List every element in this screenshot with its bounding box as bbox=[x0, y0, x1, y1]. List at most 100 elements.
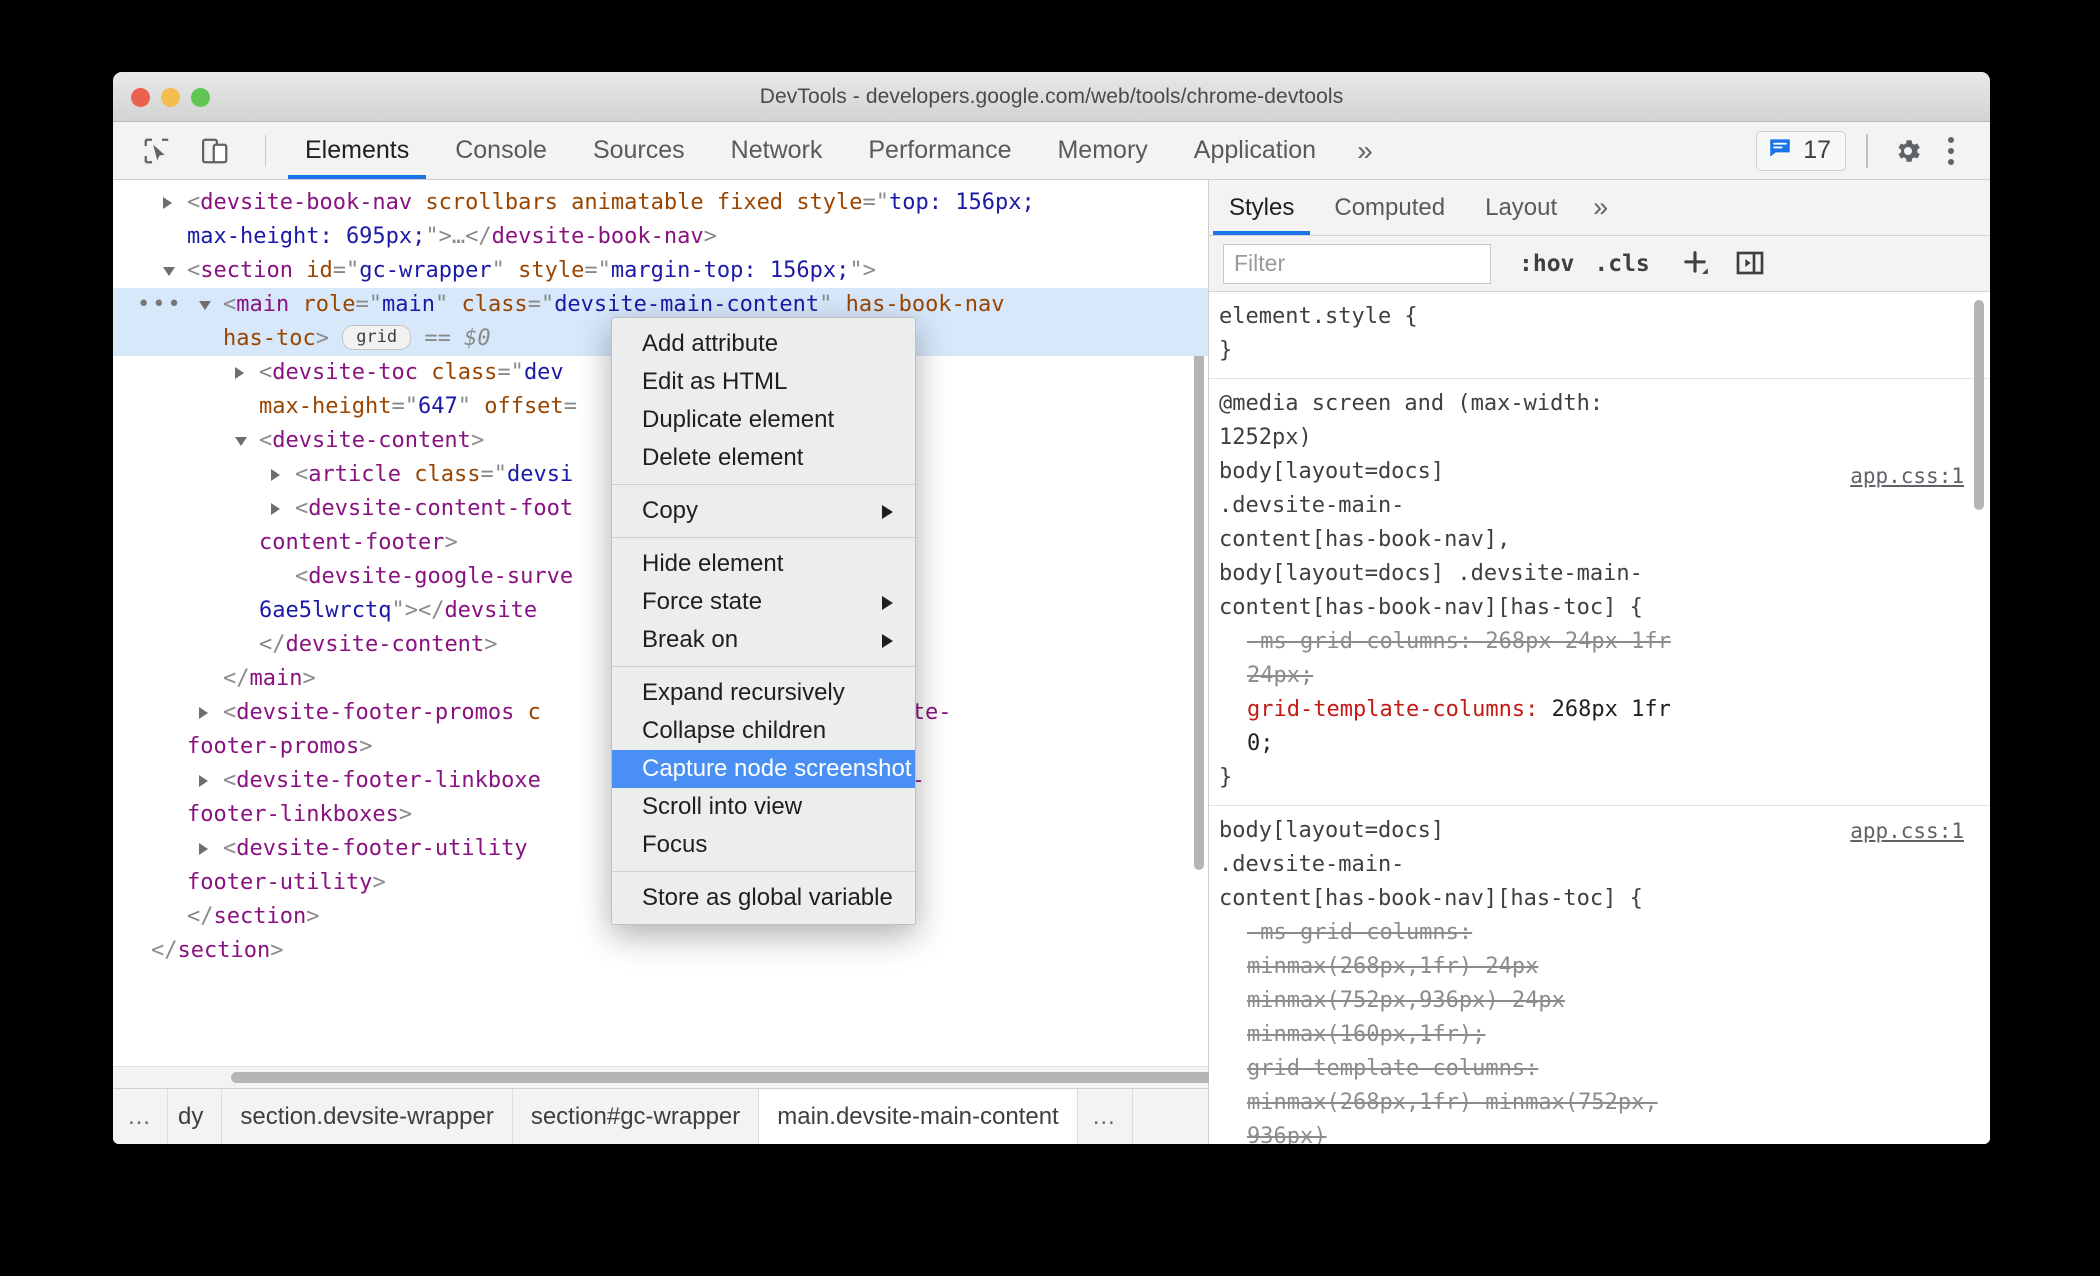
css-property-name[interactable]: grid-template-columns: bbox=[1247, 1056, 1538, 1081]
tab-console[interactable]: Console bbox=[432, 122, 570, 179]
dom-tree-row[interactable]: <devsite-book-nav scrollbars animatable … bbox=[113, 186, 1208, 220]
breadcrumb-item[interactable]: main.devsite-main-content bbox=[759, 1089, 1078, 1144]
context-menu-item[interactable]: Expand recursively bbox=[612, 674, 915, 712]
minimize-window-button[interactable] bbox=[161, 87, 180, 107]
window-traffic-lights[interactable] bbox=[131, 72, 210, 122]
dock-to-left-icon[interactable] bbox=[1734, 247, 1768, 281]
breadcrumb-overflow-right[interactable]: … bbox=[1078, 1089, 1133, 1144]
inspect-cursor-icon[interactable] bbox=[137, 131, 177, 171]
dom-token-plain bbox=[783, 190, 796, 215]
styles-vertical-scrollbar[interactable] bbox=[1974, 300, 1984, 510]
dom-token-tag: devsite-book-nav bbox=[491, 224, 704, 249]
css-property-name[interactable]: -ms-grid-columns: bbox=[1247, 920, 1472, 945]
css-property-name[interactable]: grid-template-columns: bbox=[1247, 697, 1552, 722]
tab-network[interactable]: Network bbox=[708, 122, 846, 179]
expand-triangle-closed-icon[interactable] bbox=[271, 503, 280, 515]
styles-filter-input[interactable]: Filter bbox=[1223, 243, 1491, 284]
tab-computed[interactable]: Computed bbox=[1314, 180, 1465, 235]
kebab-menu-icon[interactable] bbox=[1934, 131, 1968, 171]
tab-styles[interactable]: Styles bbox=[1209, 180, 1314, 235]
breadcrumb-item[interactable]: dy bbox=[168, 1089, 223, 1144]
expand-triangle-closed-icon[interactable] bbox=[199, 843, 208, 855]
maximize-window-button[interactable] bbox=[191, 87, 210, 107]
more-tabs-chevron-icon[interactable]: » bbox=[1339, 122, 1391, 179]
dom-token-punc: " bbox=[434, 292, 462, 317]
breadcrumb-item[interactable]: section.devsite-wrapper bbox=[222, 1089, 513, 1144]
dom-tree-row[interactable]: max-height: 695px;">…</devsite-book-nav> bbox=[113, 220, 1208, 254]
element-classes-button[interactable]: .cls bbox=[1594, 251, 1649, 277]
css-rule-source-link[interactable]: app.css:1 bbox=[1850, 814, 1964, 848]
context-menu-item[interactable]: Copy bbox=[612, 492, 915, 530]
close-window-button[interactable] bbox=[131, 87, 150, 107]
dom-tree-horizontal-scrollbar[interactable] bbox=[231, 1072, 1286, 1083]
css-selector-line[interactable]: .devsite-main- bbox=[1219, 489, 1968, 523]
css-property-name[interactable]: -ms-grid-columns: bbox=[1247, 629, 1485, 654]
context-menu-item[interactable]: Collapse children bbox=[612, 712, 915, 750]
context-menu-item[interactable]: Break on bbox=[612, 621, 915, 659]
dom-token-plain bbox=[293, 258, 306, 283]
css-selector-line[interactable]: body[layout=docs] .devsite-main- bbox=[1219, 557, 1968, 591]
force-hover-state-button[interactable]: :hov bbox=[1519, 251, 1574, 277]
dom-node-context-menu[interactable]: Add attribute Edit as HTML Duplicate eleme… bbox=[611, 317, 916, 925]
context-menu-item[interactable]: Focus bbox=[612, 826, 915, 864]
gear-icon[interactable] bbox=[1888, 131, 1928, 171]
css-selector-line[interactable]: content[has-book-nav], bbox=[1219, 523, 1968, 557]
css-rule[interactable]: app.css:1 @media screen and (max-width: 1… bbox=[1209, 379, 1990, 806]
css-selector-line[interactable]: .devsite-main- bbox=[1219, 848, 1968, 882]
css-rule[interactable]: element.style {} bbox=[1209, 292, 1990, 379]
plus-icon[interactable] bbox=[1678, 247, 1712, 281]
issues-button[interactable]: 17 bbox=[1756, 130, 1846, 171]
expand-triangle-closed-icon[interactable] bbox=[199, 707, 208, 719]
tab-performance[interactable]: Performance bbox=[845, 122, 1034, 179]
css-selector-line[interactable]: content[has-book-nav][has-toc] { bbox=[1219, 882, 1968, 916]
tab-sources[interactable]: Sources bbox=[570, 122, 708, 179]
toolbar-left-icons bbox=[113, 122, 278, 179]
dom-row-overflow-icon[interactable]: ••• bbox=[137, 288, 183, 322]
context-menu-item[interactable]: Duplicate element bbox=[612, 401, 915, 439]
tab-application[interactable]: Application bbox=[1171, 122, 1339, 179]
css-declaration[interactable]: grid-template-columns: 268px 1fr 0; bbox=[1219, 693, 1689, 761]
tab-layout[interactable]: Layout bbox=[1465, 180, 1577, 235]
css-selector-line[interactable]: } bbox=[1219, 334, 1968, 368]
context-menu-item[interactable]: Hide element bbox=[612, 545, 915, 583]
css-declaration[interactable]: -ms-grid-columns: 268px 24px 1fr 24px; bbox=[1219, 625, 1689, 693]
dom-token-val: 6ae5lwrctq bbox=[259, 598, 392, 623]
breadcrumb-item[interactable]: section#gc-wrapper bbox=[513, 1089, 760, 1144]
css-selector-line[interactable]: content[has-book-nav][has-toc] { bbox=[1219, 591, 1968, 625]
dom-token-punc: > bbox=[398, 802, 413, 827]
context-menu-item[interactable]: Delete element bbox=[612, 439, 915, 477]
styles-more-tabs-chevron-icon[interactable]: » bbox=[1577, 180, 1624, 235]
css-rule[interactable]: app.css:1 body[layout=docs] .devsite-main-… bbox=[1209, 806, 1990, 1144]
context-menu-item[interactable]: Edit as HTML bbox=[612, 363, 915, 401]
context-menu-item[interactable]: Store as global variable bbox=[612, 879, 915, 917]
expand-triangle-closed-icon[interactable] bbox=[235, 367, 244, 379]
context-menu-item[interactable]: Scroll into view bbox=[612, 788, 915, 826]
dom-tree-row[interactable]: </section> bbox=[113, 934, 1208, 968]
context-menu-item[interactable]: Capture node screenshot bbox=[612, 750, 915, 788]
breadcrumb-overflow-left[interactable]: … bbox=[113, 1089, 168, 1144]
context-menu-item[interactable]: Force state bbox=[612, 583, 915, 621]
css-declaration[interactable]: grid-template-columns: minmax(268px,1fr)… bbox=[1219, 1052, 1689, 1144]
tab-elements[interactable]: Elements bbox=[282, 122, 432, 179]
expand-triangle-open-icon[interactable] bbox=[199, 301, 211, 310]
dom-tree-row[interactable]: <section id="gc-wrapper" style="margin-t… bbox=[113, 254, 1208, 288]
tab-memory[interactable]: Memory bbox=[1034, 122, 1170, 179]
expand-triangle-open-icon[interactable] bbox=[163, 267, 175, 276]
css-rule-source-link[interactable]: app.css:1 bbox=[1850, 459, 1964, 493]
dom-token-tag: section bbox=[200, 258, 293, 283]
css-property-value[interactable]: minmax(268px,1fr) minmax(752px, 936px) bbox=[1247, 1090, 1658, 1144]
css-property-value[interactable]: minmax(268px,1fr) 24px minmax(752px,936p… bbox=[1247, 954, 1565, 1047]
styles-panel-tabs: Styles Computed Layout » bbox=[1209, 180, 1990, 236]
context-menu-item[interactable]: Add attribute bbox=[612, 325, 915, 363]
expand-triangle-open-icon[interactable] bbox=[235, 437, 247, 446]
styles-state-toggles: :hov .cls bbox=[1519, 251, 1650, 277]
styles-rules-list[interactable]: element.style {} app.css:1 @media screen a… bbox=[1209, 292, 1990, 1144]
expand-triangle-closed-icon[interactable] bbox=[163, 197, 172, 209]
expand-triangle-closed-icon[interactable] bbox=[199, 775, 208, 787]
css-declaration[interactable]: -ms-grid-columns: minmax(268px,1fr) 24px… bbox=[1219, 916, 1689, 1052]
css-selector-line[interactable]: element.style { bbox=[1219, 300, 1968, 334]
dom-token-punc: > bbox=[703, 224, 717, 249]
grid-badge[interactable]: grid bbox=[342, 325, 412, 350]
device-toolbar-icon[interactable] bbox=[195, 131, 235, 171]
expand-triangle-closed-icon[interactable] bbox=[271, 469, 280, 481]
